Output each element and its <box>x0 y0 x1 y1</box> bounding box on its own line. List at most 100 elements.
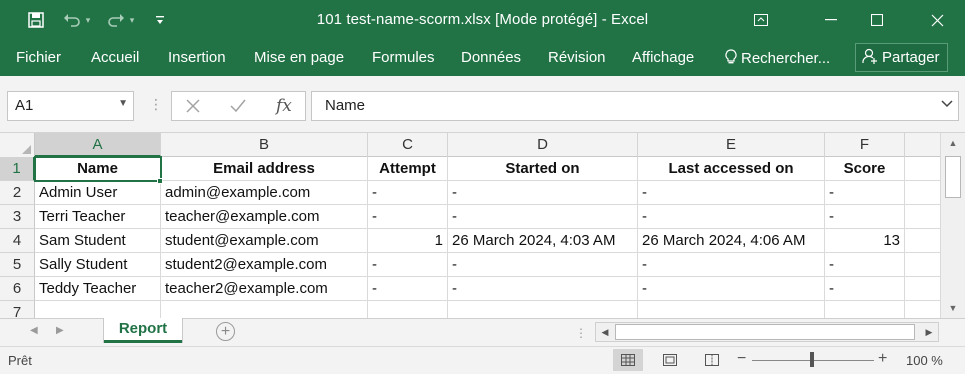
scroll-up-icon[interactable]: ▲ <box>941 133 965 153</box>
header-cell-started-on[interactable]: Started on <box>448 157 638 181</box>
scroll-down-icon[interactable]: ▼ <box>941 298 965 318</box>
horizontal-scroll-thumb[interactable] <box>615 324 915 340</box>
row-header-7[interactable]: 7 <box>0 301 35 318</box>
header-cell-attempt[interactable]: Attempt <box>368 157 448 181</box>
table-cell[interactable]: 1 <box>368 229 448 253</box>
page-layout-view-icon[interactable] <box>655 349 685 371</box>
page-break-view-icon[interactable] <box>697 349 727 371</box>
table-cell[interactable]: - <box>638 181 825 205</box>
table-cell[interactable]: - <box>368 181 448 205</box>
table-cell[interactable] <box>368 301 448 318</box>
insert-function-icon[interactable]: fx <box>276 96 292 116</box>
table-cell[interactable]: - <box>368 277 448 301</box>
table-cell[interactable] <box>905 181 940 205</box>
table-cell[interactable]: - <box>448 205 638 229</box>
column-header-c[interactable]: C <box>368 133 448 157</box>
zoom-out-icon[interactable]: − <box>737 350 746 368</box>
header-cell-name[interactable]: Name <box>35 157 161 181</box>
tab-mise-en-page[interactable]: Mise en page <box>254 49 344 66</box>
header-cell-email[interactable]: Email address <box>161 157 368 181</box>
worksheet-grid[interactable]: A B C D E F 1 2 3 4 5 6 7 Name Email add… <box>0 133 940 318</box>
header-cell-last-accessed[interactable]: Last accessed on <box>638 157 825 181</box>
table-cell[interactable]: student@example.com <box>161 229 368 253</box>
expand-formula-bar-icon[interactable] <box>941 99 953 111</box>
horizontal-scrollbar[interactable]: ◀ ▶ <box>595 322 939 342</box>
tab-donnees[interactable]: Données <box>461 49 521 66</box>
column-header-e[interactable]: E <box>638 133 825 157</box>
table-cell[interactable]: teacher@example.com <box>161 205 368 229</box>
table-cell[interactable]: 26 March 2024, 4:03 AM <box>448 229 638 253</box>
table-cell[interactable]: Admin User <box>35 181 161 205</box>
table-cell[interactable]: - <box>825 181 905 205</box>
sheet-tab-report[interactable]: Report <box>104 318 182 343</box>
close-icon[interactable] <box>914 0 960 40</box>
column-header-b[interactable]: B <box>161 133 368 157</box>
table-cell[interactable]: 26 March 2024, 4:06 AM <box>638 229 825 253</box>
table-cell[interactable] <box>905 277 940 301</box>
table-cell[interactable] <box>905 301 940 318</box>
tab-accueil[interactable]: Accueil <box>91 49 139 66</box>
zoom-slider-thumb[interactable] <box>810 352 814 367</box>
row-header-2[interactable]: 2 <box>0 181 35 205</box>
row-header-6[interactable]: 6 <box>0 277 35 301</box>
tab-affichage[interactable]: Affichage <box>632 49 694 66</box>
table-cell[interactable] <box>905 253 940 277</box>
vertical-scrollbar[interactable]: ▲ ▼ <box>940 133 965 318</box>
tab-formules[interactable]: Formules <box>372 49 435 66</box>
table-cell[interactable] <box>448 301 638 318</box>
table-cell[interactable] <box>161 301 368 318</box>
table-cell[interactable]: - <box>825 277 905 301</box>
table-cell[interactable] <box>905 157 940 181</box>
table-cell[interactable]: Terri Teacher <box>35 205 161 229</box>
tell-me-search[interactable]: Rechercher... <box>725 49 830 69</box>
zoom-level[interactable]: 100 % <box>906 353 943 368</box>
cancel-icon[interactable] <box>186 96 200 118</box>
checkmark-icon[interactable] <box>230 96 246 118</box>
table-cell[interactable]: - <box>448 277 638 301</box>
sheet-next-icon[interactable]: ▶ <box>56 325 64 336</box>
table-cell[interactable]: - <box>448 253 638 277</box>
minimize-icon[interactable] <box>808 0 854 40</box>
table-cell[interactable] <box>35 301 161 318</box>
tab-revision[interactable]: Révision <box>548 49 606 66</box>
chevron-down-icon[interactable]: ▼ <box>118 98 128 109</box>
table-cell[interactable]: - <box>448 181 638 205</box>
header-cell-score[interactable]: Score <box>825 157 905 181</box>
table-cell[interactable]: - <box>638 277 825 301</box>
maximize-icon[interactable] <box>854 0 900 40</box>
scroll-left-icon[interactable]: ◀ <box>596 323 614 341</box>
row-header-5[interactable]: 5 <box>0 253 35 277</box>
table-cell[interactable]: Sam Student <box>35 229 161 253</box>
table-cell[interactable]: 13 <box>825 229 905 253</box>
normal-view-icon[interactable] <box>613 349 643 371</box>
table-cell[interactable] <box>638 301 825 318</box>
table-cell[interactable]: Teddy Teacher <box>35 277 161 301</box>
sheet-prev-icon[interactable]: ◀ <box>30 325 38 336</box>
fill-handle[interactable] <box>157 178 163 184</box>
table-cell[interactable]: teacher2@example.com <box>161 277 368 301</box>
tab-insertion[interactable]: Insertion <box>168 49 226 66</box>
table-cell[interactable] <box>905 205 940 229</box>
row-header-1[interactable]: 1 <box>0 157 35 181</box>
name-box[interactable]: A1 ▼ <box>7 91 134 121</box>
zoom-in-icon[interactable]: + <box>878 350 887 368</box>
ribbon-display-options-icon[interactable] <box>738 0 784 40</box>
table-cell[interactable]: - <box>825 253 905 277</box>
formula-bar-grip-icon[interactable]: ⋮ <box>149 96 163 113</box>
table-cell[interactable]: Sally Student <box>35 253 161 277</box>
row-header-4[interactable]: 4 <box>0 229 35 253</box>
row-header-3[interactable]: 3 <box>0 205 35 229</box>
table-cell[interactable]: - <box>825 205 905 229</box>
tab-fichier[interactable]: Fichier <box>16 49 61 66</box>
tab-split-grip-icon[interactable]: ⋮ <box>575 326 587 340</box>
select-all-corner[interactable] <box>0 133 35 157</box>
table-cell[interactable] <box>825 301 905 318</box>
table-cell[interactable]: - <box>638 253 825 277</box>
scroll-right-icon[interactable]: ▶ <box>920 323 938 341</box>
vertical-scroll-thumb[interactable] <box>945 156 961 198</box>
table-cell[interactable]: - <box>368 205 448 229</box>
add-sheet-icon[interactable]: + <box>216 322 235 341</box>
formula-input[interactable]: Name <box>311 91 959 121</box>
table-cell[interactable]: student2@example.com <box>161 253 368 277</box>
table-cell[interactable]: - <box>638 205 825 229</box>
